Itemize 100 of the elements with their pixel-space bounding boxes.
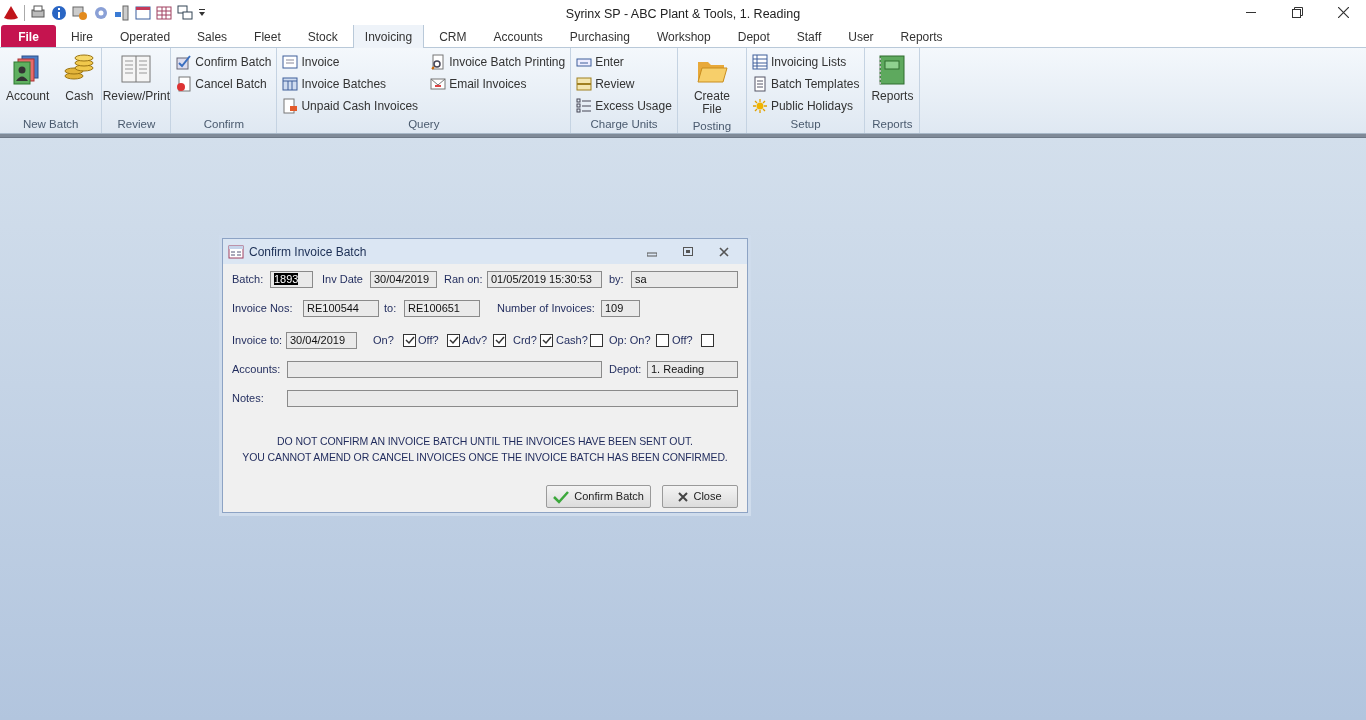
restore-icon bbox=[1291, 7, 1303, 18]
ribbon-button[interactable]: Invoice Batches bbox=[280, 74, 421, 94]
ribbon-tab[interactable]: Hire bbox=[59, 25, 105, 47]
file-tab[interactable]: File bbox=[1, 25, 56, 47]
form-icon bbox=[228, 244, 244, 259]
maximize-icon bbox=[683, 246, 693, 257]
input-field[interactable] bbox=[287, 390, 738, 407]
ribbon-button[interactable]: Email Invoices bbox=[428, 74, 568, 94]
ribbon-button[interactable]: Invoice bbox=[280, 52, 421, 72]
input-field[interactable]: 30/04/2019 bbox=[286, 332, 357, 349]
input-field[interactable]: 01/05/2019 15:30:53 bbox=[487, 271, 602, 288]
printer-icon[interactable] bbox=[30, 4, 46, 21]
ribbon-button[interactable]: Review bbox=[574, 74, 674, 94]
close-button[interactable]: Close bbox=[662, 485, 738, 508]
ribbon-tab[interactable]: Stock bbox=[295, 25, 350, 47]
table-icon bbox=[282, 76, 299, 92]
field-label: Cash? bbox=[556, 333, 589, 349]
field-label: On? bbox=[373, 333, 395, 349]
input-field[interactable]: 30/04/2019 bbox=[370, 271, 437, 288]
list-columns-icon bbox=[751, 54, 768, 70]
field-label: Adv? bbox=[462, 333, 489, 349]
field-label: Depot: bbox=[609, 362, 643, 378]
input-field[interactable]: 1. Reading bbox=[647, 361, 738, 378]
document-icon bbox=[282, 54, 299, 70]
checkbox[interactable] bbox=[493, 334, 506, 347]
cascade-windows-icon[interactable] bbox=[177, 4, 193, 21]
ribbon-button[interactable]: Create File bbox=[680, 50, 743, 118]
input-field[interactable]: 1893 bbox=[270, 271, 313, 288]
field-label: Op: On? bbox=[609, 333, 652, 349]
checkbox[interactable] bbox=[447, 334, 460, 347]
close-icon bbox=[1337, 7, 1349, 18]
grid-icon[interactable] bbox=[156, 4, 172, 21]
dialog-title: Confirm Invoice Batch bbox=[249, 243, 367, 261]
ribbon-button[interactable]: Excess Usage bbox=[574, 96, 674, 116]
field-label: Off? bbox=[672, 333, 694, 349]
field-label: Invoice Nos: bbox=[232, 301, 294, 317]
ribbon-button[interactable]: Review/Print bbox=[105, 50, 168, 116]
magnifier-document-icon bbox=[430, 54, 447, 70]
ribbon-tab[interactable]: Reports bbox=[888, 25, 955, 47]
ribbon-tab[interactable]: Purchasing bbox=[557, 25, 642, 47]
close-icon bbox=[678, 491, 689, 502]
ribbon-tab[interactable]: Depot bbox=[725, 25, 782, 47]
document-lines-icon bbox=[751, 76, 768, 92]
group-label: Charge Units bbox=[589, 117, 659, 132]
ribbon-button[interactable]: Invoice Batch Printing bbox=[428, 52, 568, 72]
group-label: Reports bbox=[871, 117, 914, 132]
input-field[interactable]: RE100544 bbox=[303, 300, 379, 317]
checkbox[interactable] bbox=[590, 334, 603, 347]
field-label: Crd? bbox=[513, 333, 538, 349]
ribbon-button[interactable]: Confirm Batch bbox=[174, 52, 274, 72]
input-field[interactable] bbox=[287, 361, 602, 378]
warning-text: DO NOT CONFIRM AN INVOICE BATCH UNTIL THE INVOICES HAVE BEEN SENT OUT. bbox=[276, 434, 694, 449]
window-title: Syrinx SP - ABC Plant & Tools, 1. Reading bbox=[565, 7, 801, 21]
field-label: Batch: bbox=[232, 272, 265, 288]
ribbon-tab[interactable]: Accounts bbox=[481, 25, 555, 47]
warning-text: YOU CANNOT AMEND OR CANCEL INVOICES ONCE THE INVOICE BATCH HAS BEEN CONFIRMED. bbox=[241, 450, 729, 465]
checkbox[interactable] bbox=[403, 334, 416, 347]
input-field[interactable]: 109 bbox=[601, 300, 640, 317]
ribbon-button[interactable]: Invoicing Lists bbox=[749, 52, 862, 72]
checkbox[interactable] bbox=[701, 334, 714, 347]
info-icon[interactable] bbox=[51, 4, 67, 21]
ribbon-tab[interactable]: Sales bbox=[185, 25, 240, 47]
field-label: Ran on: bbox=[444, 272, 484, 288]
field-label: Inv Date bbox=[322, 272, 364, 288]
ribbon-button[interactable]: Batch Templates bbox=[749, 74, 862, 94]
ribbon-tab[interactable]: Invoicing bbox=[352, 24, 425, 48]
ribbon-button[interactable]: Public Holidays bbox=[749, 96, 862, 116]
input-field[interactable]: RE100651 bbox=[404, 300, 480, 317]
list-icon bbox=[576, 98, 593, 114]
window-icon[interactable] bbox=[135, 4, 151, 21]
ribbon-tab[interactable]: CRM bbox=[427, 25, 479, 47]
field-label: Off? bbox=[418, 333, 440, 349]
ribbon-tab[interactable]: Operated bbox=[108, 25, 183, 47]
group-label: Setup bbox=[789, 117, 822, 132]
app-logo-icon bbox=[3, 4, 19, 21]
checkbox[interactable] bbox=[656, 334, 669, 347]
ribbon-button[interactable]: Cancel Batch bbox=[174, 74, 274, 94]
confirm-button[interactable]: Confirm Batch bbox=[546, 485, 651, 508]
close-icon bbox=[719, 246, 729, 257]
input-field[interactable]: sa bbox=[631, 271, 738, 288]
envelope-icon bbox=[430, 76, 447, 92]
ribbon-tab[interactable]: Staff bbox=[784, 25, 834, 47]
group-label: Review bbox=[116, 117, 157, 132]
ribbon-button[interactable]: Reports bbox=[868, 50, 917, 116]
ribbon-tab[interactable]: User bbox=[836, 25, 886, 47]
ribbon-button[interactable]: Account bbox=[3, 50, 53, 116]
ribbon-tab[interactable]: Workshop bbox=[644, 25, 723, 47]
field-label: Notes: bbox=[232, 391, 265, 407]
field-label: to: bbox=[384, 301, 398, 317]
checkbox[interactable] bbox=[540, 334, 553, 347]
open-book-icon bbox=[120, 54, 153, 86]
field-label: by: bbox=[609, 272, 625, 288]
ribbon-button[interactable]: Cash bbox=[60, 50, 99, 116]
ribbon-tab[interactable]: Fleet bbox=[242, 25, 293, 47]
check-icon bbox=[553, 489, 570, 504]
ribbon-button[interactable]: Unpaid Cash Invoices bbox=[280, 96, 421, 116]
ribbon-button[interactable]: Enter bbox=[574, 52, 674, 72]
field-label: Invoice to: bbox=[232, 333, 284, 349]
group-label: Query bbox=[407, 117, 441, 132]
group-label: Posting bbox=[691, 119, 733, 134]
